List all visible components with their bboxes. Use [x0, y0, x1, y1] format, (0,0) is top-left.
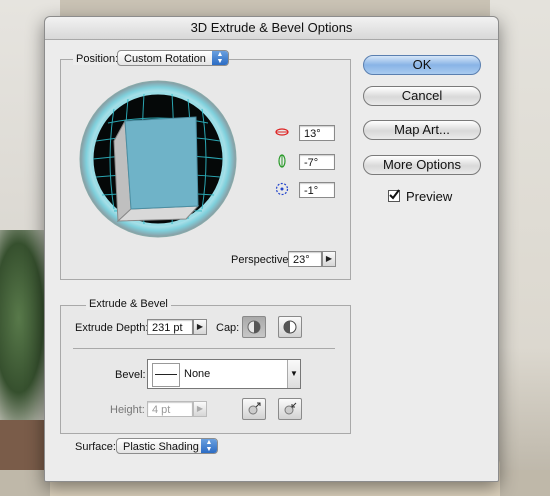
extrude-depth-label: Extrude Depth: — [75, 322, 149, 334]
y-rotation-field[interactable]: -7° — [299, 154, 335, 170]
cap-on-button[interactable] — [242, 316, 266, 338]
y-rotation-icon — [278, 154, 286, 168]
perspective-slider-button[interactable]: ▶ — [322, 251, 336, 267]
bevel-extent-in-button[interactable] — [278, 398, 302, 420]
extrude-depth-field[interactable]: 231 pt — [147, 319, 193, 335]
x-rotation-field[interactable]: 13° — [299, 125, 335, 141]
ok-button[interactable]: OK — [363, 55, 481, 75]
bevel-in-icon — [284, 402, 297, 415]
cap-off-button[interactable] — [278, 316, 302, 338]
preview-checkbox[interactable] — [388, 189, 400, 202]
surface-popup[interactable]: Plastic Shading ▲ ▼ — [116, 438, 218, 454]
cancel-button[interactable]: Cancel — [363, 86, 481, 106]
z-rotation-icon — [275, 182, 289, 196]
position-label: Position: — [73, 53, 122, 65]
background-wall-right — [490, 0, 550, 496]
rotation-track-cube[interactable] — [78, 79, 238, 239]
popup-arrows-icon: ▲ ▼ — [212, 51, 228, 65]
popup-arrows-icon: ▲ ▼ — [201, 439, 217, 453]
map-art-button[interactable]: Map Art... — [363, 120, 481, 140]
x-rotation-icon — [275, 128, 289, 136]
more-options-button[interactable]: More Options — [363, 155, 481, 175]
height-slider-button[interactable]: ▶ — [193, 401, 207, 417]
bevel-popup[interactable]: None ▼ — [147, 359, 301, 389]
surface-value: Plastic Shading — [123, 441, 199, 453]
extrude-depth-slider-button[interactable]: ▶ — [193, 319, 207, 335]
checkbox-icon — [389, 189, 400, 200]
extrude-bevel-divider — [73, 348, 335, 349]
cube-front-face — [124, 116, 199, 210]
bevel-value: None — [184, 368, 211, 380]
chevron-down-icon: ▼ — [287, 360, 300, 388]
cap-on-icon — [247, 320, 261, 334]
perspective-label: Perspective: — [231, 254, 292, 266]
bevel-extent-out-button[interactable] — [242, 398, 266, 420]
position-preset-popup[interactable]: Custom Rotation ▲ ▼ — [117, 50, 229, 66]
surface-label: Surface: — [75, 441, 116, 453]
height-label: Height: — [110, 404, 145, 416]
extrude-bevel-label: Extrude & Bevel — [86, 298, 171, 310]
preview-label[interactable]: Preview — [406, 189, 452, 204]
dialog-title[interactable]: 3D Extrude & Bevel Options — [45, 17, 498, 40]
cap-off-icon — [283, 320, 297, 334]
z-rotation-field[interactable]: -1° — [299, 182, 335, 198]
height-field[interactable]: 4 pt — [147, 401, 193, 417]
bevel-out-icon — [248, 402, 261, 415]
extrude-bevel-dialog: 3D Extrude & Bevel Options Position: Cus… — [44, 16, 499, 482]
bevel-label: Bevel: — [115, 369, 146, 381]
position-preset-value: Custom Rotation — [124, 53, 206, 65]
bevel-preview-swatch — [152, 363, 180, 387]
cap-label: Cap: — [216, 322, 240, 334]
perspective-field[interactable]: 23° — [288, 251, 322, 267]
